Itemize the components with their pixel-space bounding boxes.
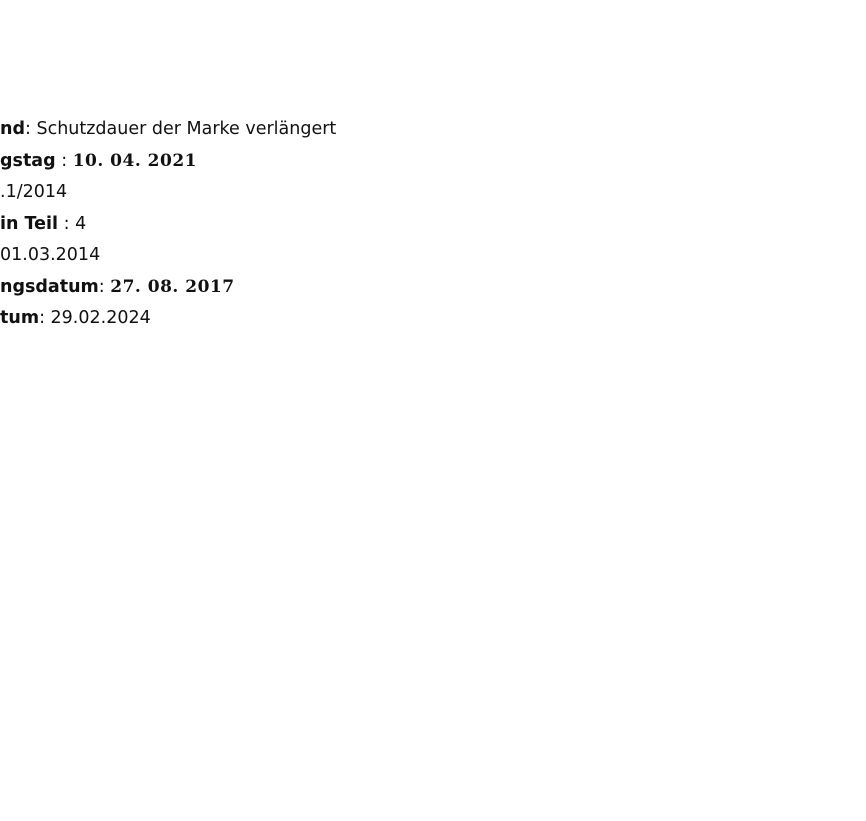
expiry-date-label: tum [0, 308, 40, 328]
publication-date-value: 01.03.2014 [0, 245, 101, 265]
status-row: nd: Schutzdauer der Marke verlängert [0, 114, 866, 146]
expiry-date-value: 29.02.2024 [50, 308, 151, 328]
issue-row: .1/2014 [0, 177, 866, 209]
due-date-row: gstag : 10. 04. 2021 [0, 146, 866, 178]
document-page: nd: Schutzdauer der Marke verlängert gst… [0, 0, 866, 821]
expiry-date-row: tum: 29.02.2024 [0, 303, 866, 335]
part-value: 4 [75, 213, 87, 234]
status-separator: : [25, 119, 37, 139]
expiry-date-separator: : [39, 308, 51, 328]
part-label: in Teil [0, 213, 59, 234]
due-date-label: gstag [0, 150, 56, 171]
registration-date-separator: : [98, 276, 111, 297]
registration-date-value: 27. 08. 2017 [110, 276, 235, 297]
part-row: in Teil : 4 [0, 209, 866, 241]
registration-date-row: ngsdatum: 27. 08. 2017 [0, 272, 866, 304]
part-separator: : [58, 213, 76, 234]
trademark-details-list: nd: Schutzdauer der Marke verlängert gst… [0, 114, 866, 335]
due-date-value: 10. 04. 2021 [72, 150, 197, 171]
status-value: Schutzdauer der Marke verlängert [36, 119, 337, 139]
status-label: nd [0, 119, 25, 139]
publication-date-row: 01.03.2014 [0, 240, 866, 272]
registration-date-label: ngsdatum [0, 276, 99, 297]
due-date-separator: : [55, 150, 73, 171]
issue-value: .1/2014 [0, 182, 68, 202]
